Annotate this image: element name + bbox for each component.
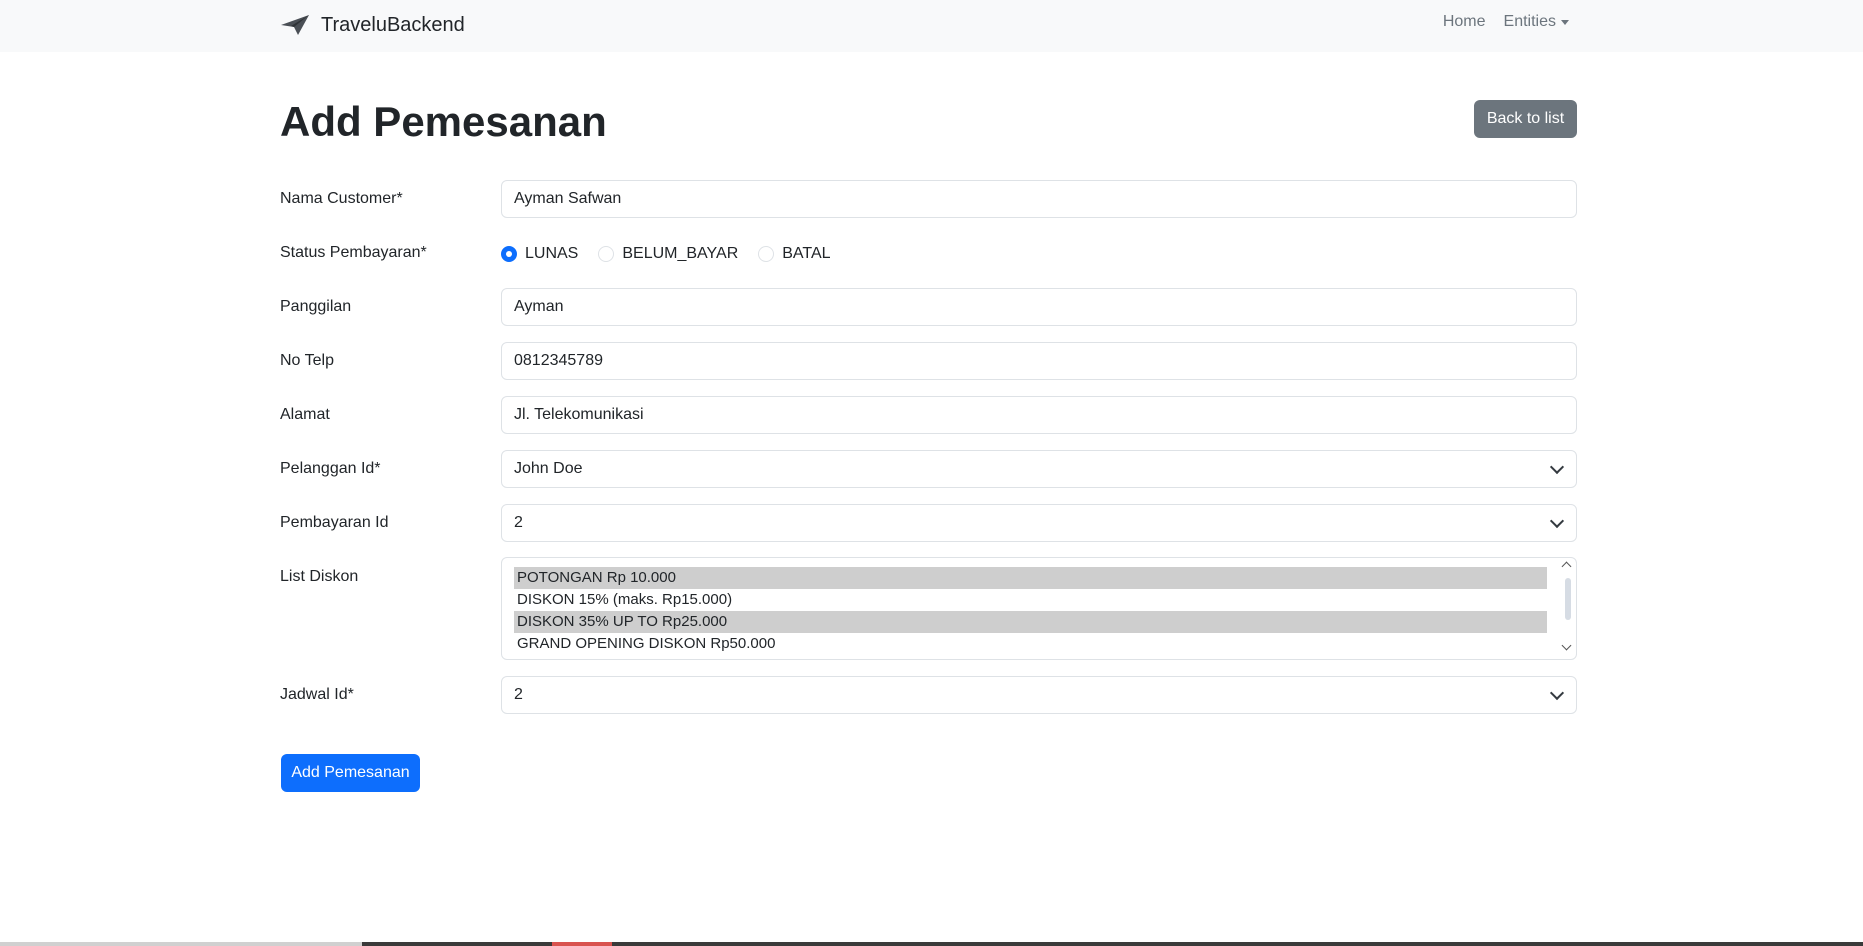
list-diskon-label: List Diskon: [280, 568, 359, 585]
no-telp-value: 0812345789: [514, 352, 603, 369]
nav-links: Home Entities: [1425, 13, 1569, 31]
nav-entities-label: Entities: [1503, 13, 1556, 30]
brand-link[interactable]: TraveluBackend: [280, 11, 465, 39]
jadwal-id-value: 2: [514, 686, 523, 703]
radio-lunas-label: LUNAS: [525, 245, 579, 262]
radio-belum-bayar[interactable]: BELUM_BAYAR: [598, 245, 738, 263]
back-to-list-button[interactable]: Back to list: [1474, 100, 1577, 138]
radio-lunas-circle[interactable]: [501, 246, 517, 262]
bottom-strip: [0, 942, 1863, 946]
panggilan-label: Panggilan: [280, 298, 352, 315]
scroll-up-arrow-icon[interactable]: [1561, 561, 1572, 572]
add-pemesanan-button[interactable]: Add Pemesanan: [281, 754, 420, 792]
list-diskon-option[interactable]: GRAND OPENING DISKON Rp50.000: [514, 633, 1547, 655]
radio-batal-circle[interactable]: [758, 246, 775, 262]
scrollbar-thumb[interactable]: [1565, 578, 1571, 620]
list-diskon-option[interactable]: DISKON 15% (maks. Rp15.000): [514, 589, 1547, 611]
jadwal-id-label: Jadwal Id*: [280, 686, 354, 703]
pelanggan-id-select[interactable]: John Doe: [501, 450, 1577, 488]
chevron-down-icon: [1549, 459, 1565, 475]
scroll-down-arrow-icon[interactable]: [1561, 640, 1572, 651]
status-pembayaran-radio-group: LUNAS BELUM_BAYAR BATAL: [501, 243, 851, 265]
list-diskon-option[interactable]: POTONGAN Rp 10.000: [514, 567, 1547, 589]
pembayaran-id-value: 2: [514, 514, 523, 531]
alamat-value: Jl. Telekomunikasi: [514, 406, 644, 423]
radio-lunas[interactable]: LUNAS: [501, 245, 578, 263]
pelanggan-id-label: Pelanggan Id*: [280, 460, 381, 477]
nav-entities-dropdown[interactable]: Entities: [1504, 13, 1569, 31]
nama-customer-label: Nama Customer*: [280, 190, 403, 207]
list-diskon-option[interactable]: DISKON 35% UP TO Rp25.000: [514, 611, 1547, 633]
panggilan-input[interactable]: Ayman: [501, 288, 1577, 326]
alamat-input[interactable]: Jl. Telekomunikasi: [501, 396, 1577, 434]
radio-batal-label: BATAL: [782, 245, 831, 262]
nav-home-link[interactable]: Home: [1443, 13, 1486, 31]
chevron-down-icon: [1549, 513, 1565, 529]
brand-name: TraveluBackend: [321, 13, 465, 36]
nama-customer-value: Ayman Safwan: [514, 190, 622, 207]
chevron-down-icon: [1549, 685, 1565, 701]
radio-batal[interactable]: BATAL: [758, 245, 831, 263]
nama-customer-input[interactable]: Ayman Safwan: [501, 180, 1577, 218]
no-telp-input[interactable]: 0812345789: [501, 342, 1577, 380]
radio-belum-bayar-circle[interactable]: [598, 246, 615, 262]
paper-plane-icon: [281, 15, 309, 35]
pembayaran-id-label: Pembayaran Id: [280, 514, 389, 531]
list-diskon-multiselect[interactable]: POTONGAN Rp 10.000 DISKON 15% (maks. Rp1…: [501, 557, 1577, 660]
navbar: TraveluBackend Home Entities: [0, 0, 1863, 52]
panggilan-value: Ayman: [514, 298, 564, 315]
pembayaran-id-select[interactable]: 2: [501, 504, 1577, 542]
caret-down-icon: [1561, 19, 1569, 25]
page-title: Add Pemesanan: [280, 98, 607, 145]
radio-belum-bayar-label: BELUM_BAYAR: [622, 245, 739, 262]
alamat-label: Alamat: [280, 406, 330, 423]
no-telp-label: No Telp: [280, 352, 334, 369]
status-pembayaran-label: Status Pembayaran*: [280, 244, 427, 261]
jadwal-id-select[interactable]: 2: [501, 676, 1577, 714]
pelanggan-id-value: John Doe: [514, 460, 583, 477]
